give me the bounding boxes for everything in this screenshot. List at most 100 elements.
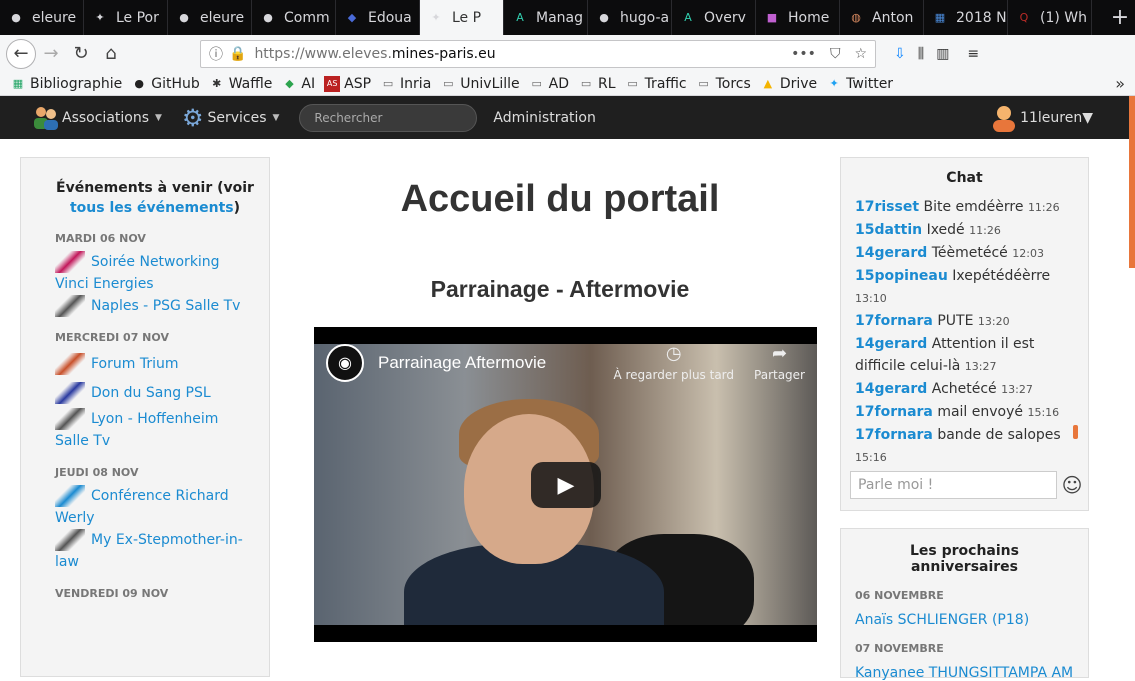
bookmarks-overflow-icon[interactable]: »: [1115, 74, 1125, 93]
chat-text: Bite emdéèrre: [923, 199, 1024, 215]
url-bar[interactable]: ⓘ 🔒 https://www.eleves.mines-paris.eu ••…: [200, 39, 876, 68]
chat-user[interactable]: 17fornara: [855, 313, 933, 329]
watch-later-button[interactable]: ◷ À regarder plus tard: [613, 343, 734, 382]
a-icon: A: [684, 11, 692, 24]
home-button[interactable]: ⌂: [96, 39, 126, 69]
bookmark-item[interactable]: ◆ AI: [281, 76, 315, 92]
smiley-icon[interactable]: ☺: [1059, 472, 1085, 498]
bookmark-label: Traffic: [644, 75, 687, 92]
library-icon[interactable]: ⫼: [918, 46, 924, 62]
new-tab-button[interactable]: +: [1105, 0, 1135, 35]
event-link[interactable]: Don du Sang PSL: [55, 379, 255, 408]
services-menu[interactable]: ⚙ Services ▼: [182, 104, 279, 132]
tab-label: Home: [788, 9, 830, 26]
forward-button[interactable]: →: [36, 39, 66, 69]
chat-text: Ixedé: [926, 222, 965, 238]
star-icon[interactable]: ☆: [854, 46, 867, 62]
site-search-input[interactable]: Rechercher: [299, 103, 478, 132]
github-icon: ●: [11, 11, 21, 24]
bookmark-label: AI: [301, 75, 316, 92]
chat-user[interactable]: 14gerard: [855, 381, 927, 397]
chat-user[interactable]: 17fornara: [855, 404, 933, 420]
bookmark-item[interactable]: ▭ UnivLille: [440, 76, 520, 92]
browser-tab[interactable]: A Overv: [672, 0, 756, 35]
back-button[interactable]: ←: [6, 38, 36, 69]
bookmark-label: AD: [548, 75, 570, 92]
event-link[interactable]: Conférence Richard Werly: [55, 485, 255, 529]
chat-time: 11:26: [1027, 201, 1060, 214]
chat-user[interactable]: 14gerard: [855, 336, 927, 352]
browser-tab[interactable]: A Manag: [504, 0, 588, 35]
caret-down-icon: ▼: [1082, 109, 1093, 126]
birthdays-panel: Les prochains anniversaires 06 NOVEMBRE A…: [840, 528, 1089, 681]
twitter-icon: ✦: [829, 77, 839, 90]
bookmark-item[interactable]: ▲ Drive: [760, 76, 818, 92]
chat-input[interactable]: Parle moi !: [850, 471, 1057, 499]
browser-tab[interactable]: Q (1) Wh: [1008, 0, 1092, 35]
menu-icon[interactable]: ≡: [967, 46, 979, 62]
browser-tab[interactable]: ◆ Edoua: [336, 0, 420, 35]
birthday-person-link[interactable]: Anaïs SCHLIENGER (P18): [855, 612, 1074, 628]
browser-tab[interactable]: ● hugo-a: [588, 0, 672, 35]
browser-tab[interactable]: ▦ 2018 N: [924, 0, 1008, 35]
bookmark-item[interactable]: ▭ Traffic: [625, 75, 687, 92]
event-link[interactable]: My Ex-Stepmother-in-law: [55, 529, 255, 573]
download-icon[interactable]: ⇩: [894, 46, 906, 62]
video-player[interactable]: ◉ Parrainage Aftermovie ◷ À regarder plus…: [314, 327, 817, 642]
bookmark-item[interactable]: ● GitHub: [131, 76, 199, 92]
browser-tab[interactable]: ● eleure: [0, 0, 84, 35]
browser-tab[interactable]: ✦ Le Por: [84, 0, 168, 35]
bookmark-item[interactable]: ▭ RL: [578, 76, 616, 92]
administration-link[interactable]: Administration: [493, 110, 595, 126]
bookmark-item[interactable]: ▦ Bibliographie: [10, 76, 122, 92]
bookmark-item[interactable]: ▭ AD: [529, 76, 569, 92]
browser-tab[interactable]: ● eleure: [168, 0, 252, 35]
eye-logo-icon[interactable]: ◉: [326, 343, 364, 382]
event-link[interactable]: Lyon - Hoffenheim Salle Tv: [55, 408, 255, 452]
chat-scrollbar-thumb[interactable]: [1073, 425, 1078, 439]
bookmark-item[interactable]: ▭ Inria: [380, 76, 431, 92]
chat-user[interactable]: 14gerard: [855, 245, 927, 261]
lock-icon: 🔒: [229, 45, 247, 62]
upcoming-events-panel: Événements à venir (voir tous les événem…: [20, 157, 270, 677]
pocket-icon[interactable]: ⛉: [830, 46, 841, 62]
video-section-title: Parrainage - Aftermovie: [430, 276, 690, 302]
associations-label: Associations: [62, 109, 150, 126]
tab-label: Le P: [452, 9, 482, 26]
info-icon[interactable]: ⓘ: [209, 44, 223, 64]
all-events-link[interactable]: tous les événements: [70, 200, 234, 216]
event-link[interactable]: Naples - PSG Salle Tv: [55, 295, 255, 317]
associations-menu[interactable]: Associations ▼: [32, 105, 162, 131]
site-navbar: Associations ▼ ⚙ Services ▼ Rechercher A…: [0, 96, 1135, 139]
tab-label: (1) Wh: [1040, 9, 1087, 26]
event-link[interactable]: Soirée Networking Vinci Energies: [55, 251, 255, 295]
sidebar-icon[interactable]: ▥: [936, 46, 949, 62]
page-scrollbar[interactable]: [1129, 96, 1135, 268]
association-logo-icon: [55, 251, 85, 273]
browser-tab[interactable]: ● Comm: [252, 0, 336, 35]
video-letterbox-bottom: [314, 625, 817, 642]
reload-button[interactable]: ↻: [66, 39, 96, 69]
browser-tab[interactable]: ■ Home: [756, 0, 840, 35]
chat-log[interactable]: 17risset Bite emdéèrre 11:26 15dattin Ixe…: [855, 196, 1074, 462]
event-label: Don du Sang PSL: [91, 385, 211, 401]
bookmark-item[interactable]: ▭ Torcs: [696, 76, 750, 92]
user-menu[interactable]: 11leuren ▼: [990, 104, 1093, 132]
chat-user[interactable]: 15dattin: [855, 222, 922, 238]
bookmark-item[interactable]: ✱ Waffle: [209, 76, 272, 92]
chat-text: Achetécé: [931, 381, 997, 397]
event-link[interactable]: Forum Trium: [55, 350, 255, 379]
bookmark-item[interactable]: AS ASP: [324, 75, 371, 92]
chat-user[interactable]: 17risset: [855, 199, 919, 215]
chat-user[interactable]: 15popineau: [855, 268, 948, 284]
browser-tab[interactable]: ✦ Le P: [420, 0, 504, 35]
browser-tab[interactable]: ◍ Anton: [840, 0, 924, 35]
video-name[interactable]: Parrainage Aftermovie: [378, 353, 546, 373]
bookmark-item[interactable]: ✦ Twitter: [826, 76, 894, 92]
play-button[interactable]: ▶: [531, 462, 601, 508]
user-name: 11leuren: [1020, 109, 1083, 126]
page-actions-button[interactable]: •••: [791, 46, 816, 62]
birthday-person-link[interactable]: Kanyanee THUNGSITTAMPA AM: [855, 665, 1074, 681]
chat-user[interactable]: 17fornara: [855, 427, 933, 443]
share-button[interactable]: ➦ Partager: [754, 343, 805, 382]
